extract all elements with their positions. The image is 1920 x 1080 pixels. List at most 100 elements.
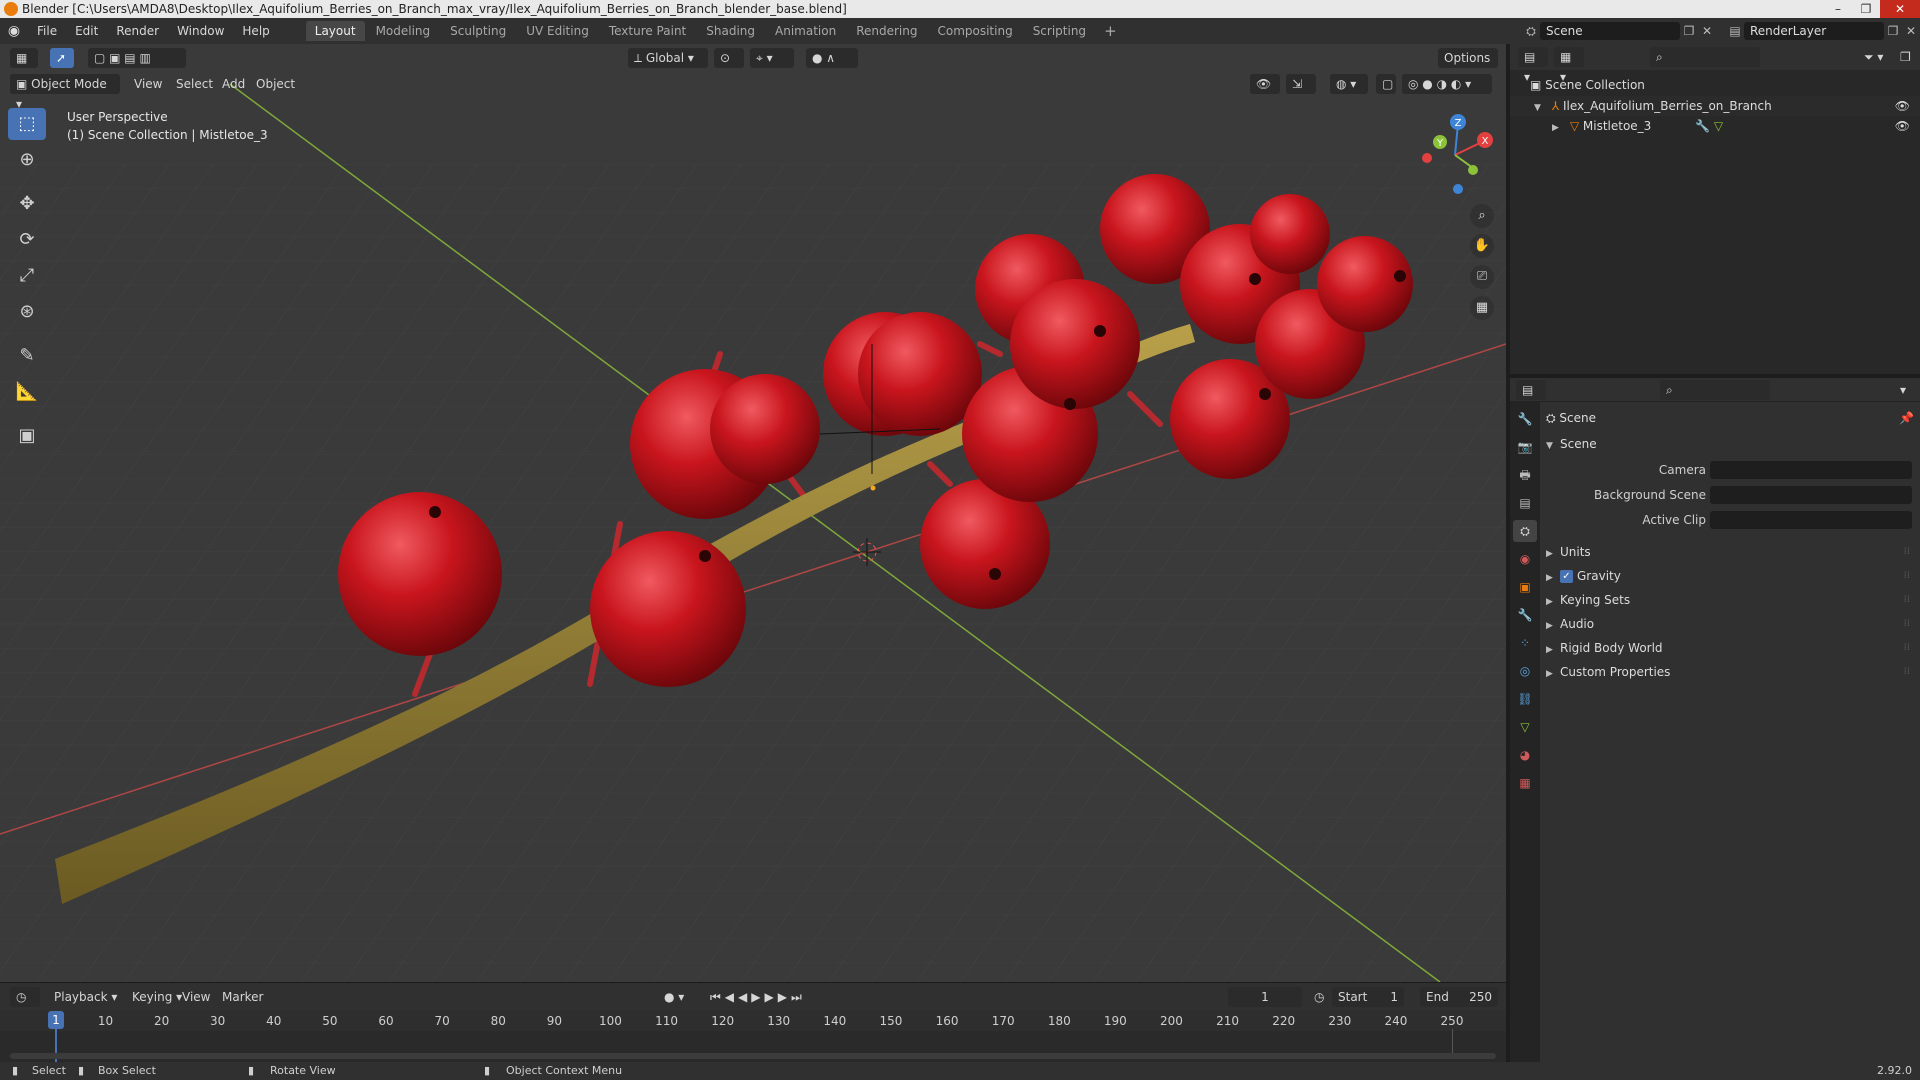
data-tab-icon[interactable]: ▽: [1513, 716, 1537, 738]
gravity-checkbox[interactable]: ✓: [1560, 570, 1573, 583]
delete-view-layer-icon[interactable]: ✕: [1902, 22, 1920, 40]
navigation-gizmo[interactable]: Z X Y: [1410, 110, 1500, 200]
outliner[interactable]: ▤ ▾ ▦ ▾ ⌕ ⏷ ▾ ❐ ▣ Scene Collection ▼ ⅄ I…: [1510, 44, 1920, 374]
record-icon[interactable]: ● ▾: [658, 987, 690, 1007]
material-tab-icon[interactable]: ◕: [1513, 744, 1537, 766]
filter-icon[interactable]: ⏷ ▾: [1858, 47, 1889, 67]
object-tab-icon[interactable]: ▣: [1513, 576, 1537, 598]
tool-tab-icon[interactable]: 🔧: [1513, 408, 1537, 430]
viewport-menu-view[interactable]: View: [128, 74, 168, 94]
display-mode-icon[interactable]: ▦ ▾: [1554, 47, 1584, 84]
visibility-eye-icon-2[interactable]: 👁: [1895, 116, 1910, 136]
properties-search-field[interactable]: ⌕: [1660, 380, 1770, 400]
world-tab-icon[interactable]: ◉: [1513, 548, 1537, 570]
pivot-point-icon[interactable]: ⊙: [714, 48, 744, 68]
scene-panel-header[interactable]: ▼ Scene: [1546, 432, 1916, 456]
rotate-tool-icon[interactable]: ⟳: [8, 224, 46, 256]
current-frame-field[interactable]: 1: [1228, 987, 1302, 1007]
add-cube-tool-icon[interactable]: ▣: [8, 420, 46, 452]
outliner-editor-type-icon[interactable]: ▤ ▾: [1518, 47, 1548, 84]
tab-rendering[interactable]: Rendering: [847, 21, 926, 41]
new-view-layer-icon[interactable]: ❐: [1884, 22, 1902, 40]
close-button[interactable]: ✕: [1880, 0, 1920, 18]
minimize-button[interactable]: –: [1824, 0, 1852, 18]
scene-selector[interactable]: Scene: [1540, 22, 1680, 40]
view-layer-tab-icon[interactable]: ▤: [1513, 492, 1537, 514]
cursor-tool-icon[interactable]: ⊕: [8, 144, 46, 176]
scene-tab-icon[interactable]: ⛭: [1513, 520, 1537, 542]
object-mode-dropdown[interactable]: ▣ Object Mode ▾: [10, 74, 120, 111]
pin-icon[interactable]: 📌: [1899, 406, 1914, 430]
blender-logo-icon[interactable]: ◉: [0, 23, 28, 39]
snap-icon[interactable]: ⌖ ▾: [750, 48, 794, 68]
scale-tool-icon[interactable]: ⤢: [8, 260, 46, 292]
outliner-search-field[interactable]: ⌕: [1650, 47, 1760, 67]
properties-editor[interactable]: ▤ ▾ ⌕ ▾ 🔧 📷 🖶 ▤ ⛭ ◉ ▣ 🔧 ⁘ ◎ ⛓ ▽ ◕ ▦ ⛭ Sc…: [1510, 378, 1920, 1062]
modifier-tab-icon[interactable]: 🔧: [1513, 604, 1537, 626]
annotate-tool-icon[interactable]: ✎: [8, 340, 46, 372]
outliner-row-mistletoe[interactable]: ▶ ▽ Mistletoe_3 🔧 ▽ 👁: [1510, 116, 1920, 136]
tab-compositing[interactable]: Compositing: [928, 21, 1021, 41]
visibility-icon[interactable]: 👁: [1250, 74, 1280, 94]
menu-file[interactable]: File: [28, 18, 66, 44]
orthographic-toggle-icon[interactable]: ▦: [1470, 296, 1494, 320]
timeline-ruler[interactable]: 10 20 30 40 50 60 70 80 90 100 110 120 130 140 150 160 1…: [0, 1011, 1506, 1031]
texture-tab-icon[interactable]: ▦: [1513, 772, 1537, 794]
output-tab-icon[interactable]: 🖶: [1513, 464, 1537, 486]
expand-arrow-icon[interactable]: ▼: [1534, 98, 1548, 118]
maximize-button[interactable]: ❐: [1852, 0, 1880, 18]
gravity-panel-header[interactable]: ▶ ✓ Gravity ⁞⁞: [1546, 564, 1916, 588]
shading-mode-icons[interactable]: ◎ ● ◑ ◐ ▾: [1402, 74, 1492, 94]
playback-controls-icons[interactable]: ⏮◀◀▶▶▶⏭: [704, 987, 812, 1007]
delete-scene-icon[interactable]: ✕: [1698, 22, 1716, 40]
playhead[interactable]: 1: [48, 1011, 64, 1029]
constraints-tab-icon[interactable]: ⛓: [1513, 688, 1537, 710]
menu-render[interactable]: Render: [107, 18, 168, 44]
overlay-toggle-icon[interactable]: ◍ ▾: [1330, 74, 1368, 94]
proportional-edit-icon[interactable]: ● ∧: [806, 48, 858, 68]
move-tool-icon[interactable]: ✥: [8, 188, 46, 220]
outliner-row-collection[interactable]: ▼ ⅄ Ilex_Aquifolium_Berries_on_Branch 👁: [1510, 96, 1920, 116]
measure-tool-icon[interactable]: 📐: [8, 376, 46, 408]
new-collection-icon[interactable]: ❐: [1894, 47, 1917, 67]
collapse-arrow-icon[interactable]: ▶: [1552, 118, 1566, 138]
scene-icon[interactable]: ⛭: [1522, 22, 1540, 40]
options-button[interactable]: Options: [1438, 48, 1498, 68]
camera-field[interactable]: [1710, 461, 1912, 479]
properties-options-icon[interactable]: ▾: [1894, 380, 1912, 400]
timeline-editor[interactable]: ◷ ▾ Playback ▾ Keying ▾ View Marker ● ▾ …: [0, 982, 1506, 1063]
custom-properties-panel-header[interactable]: ▶ Custom Properties ⁞⁞: [1546, 660, 1916, 684]
viewport-menu-select[interactable]: Select: [170, 74, 219, 94]
select-box-tool-icon[interactable]: ⬚: [8, 108, 46, 140]
start-frame-field[interactable]: Start 1: [1332, 987, 1404, 1007]
tab-animation[interactable]: Animation: [766, 21, 845, 41]
outliner-row-scene-collection[interactable]: ▣ Scene Collection: [1510, 75, 1920, 95]
xray-toggle-icon[interactable]: ▢: [1376, 74, 1396, 94]
tab-layout[interactable]: Layout: [305, 21, 365, 41]
pan-hand-icon[interactable]: ✋: [1470, 234, 1494, 258]
timeline-menu-marker[interactable]: Marker: [216, 987, 269, 1007]
timeline-editor-type-icon[interactable]: ◷ ▾: [10, 987, 40, 1024]
editor-type-icon[interactable]: ▦: [10, 48, 38, 68]
background-scene-field[interactable]: [1710, 486, 1912, 504]
zoom-icon[interactable]: ⌕: [1470, 204, 1494, 228]
visibility-eye-icon[interactable]: 👁: [1895, 96, 1910, 116]
transform-tool-icon[interactable]: ⊛: [8, 296, 46, 328]
camera-view-icon[interactable]: ⎚: [1470, 265, 1494, 289]
menu-window[interactable]: Window: [168, 18, 233, 44]
selection-mode-icons[interactable]: ▢ ▣ ▤ ▥: [88, 48, 186, 68]
tab-modeling[interactable]: Modeling: [367, 21, 440, 41]
keying-sets-panel-header[interactable]: ▶ Keying Sets ⁞⁞: [1546, 588, 1916, 612]
select-tool-icon[interactable]: ➚: [50, 48, 74, 68]
rigid-body-panel-header[interactable]: ▶ Rigid Body World ⁞⁞: [1546, 636, 1916, 660]
particles-tab-icon[interactable]: ⁘: [1513, 632, 1537, 654]
physics-tab-icon[interactable]: ◎: [1513, 660, 1537, 682]
add-workspace-button[interactable]: +: [1096, 22, 1125, 40]
viewport-menu-add[interactable]: Add: [216, 74, 251, 94]
new-scene-icon[interactable]: ❐: [1680, 22, 1698, 40]
tab-sculpting[interactable]: Sculpting: [441, 21, 515, 41]
tab-uv-editing[interactable]: UV Editing: [517, 21, 598, 41]
audio-panel-header[interactable]: ▶ Audio ⁞⁞: [1546, 612, 1916, 636]
timeline-menu-view[interactable]: View: [176, 987, 216, 1007]
tab-scripting[interactable]: Scripting: [1024, 21, 1095, 41]
